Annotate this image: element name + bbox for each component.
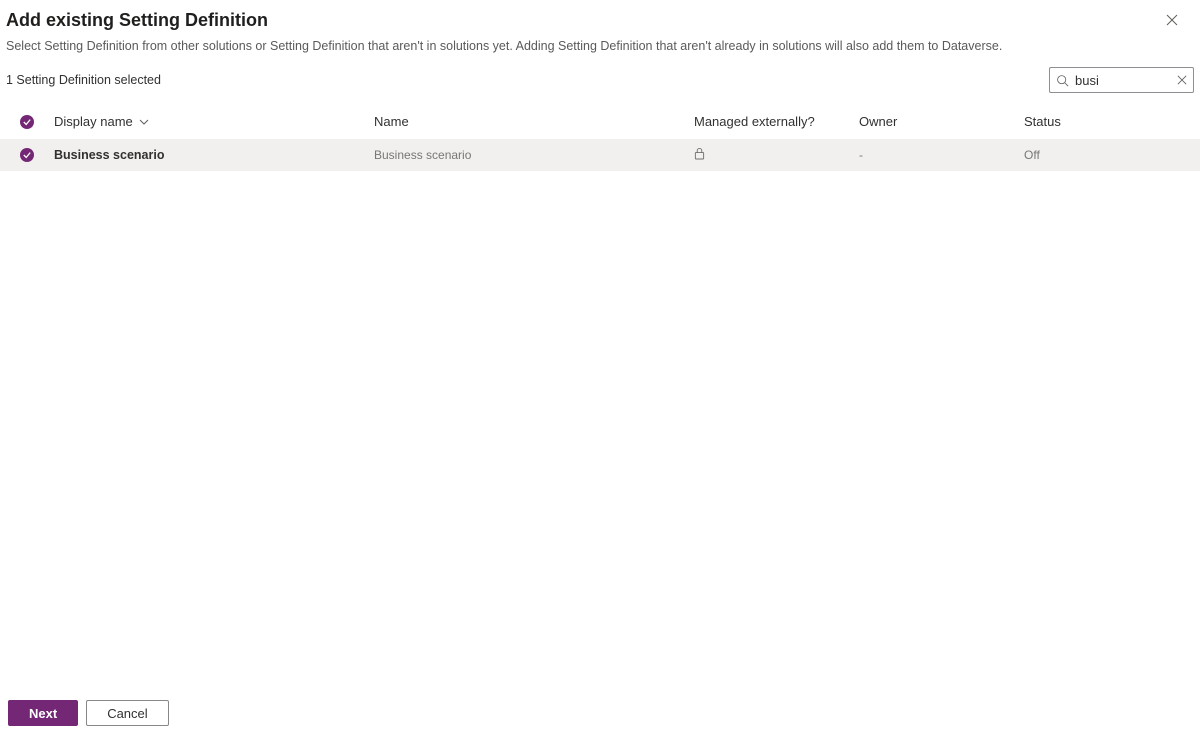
column-label: Owner	[859, 114, 897, 129]
cell-status: Off	[1024, 148, 1200, 162]
search-icon	[1056, 74, 1069, 87]
search-clear-button[interactable]	[1177, 75, 1187, 85]
cell-managed-externally	[694, 147, 859, 163]
table-header: Display name Name Managed externally? Ow…	[0, 99, 1200, 139]
next-button[interactable]: Next	[8, 700, 78, 726]
cancel-button[interactable]: Cancel	[86, 700, 168, 726]
column-label: Status	[1024, 114, 1061, 129]
checkmark-icon	[23, 151, 31, 159]
select-all-checkbox[interactable]	[20, 115, 34, 129]
close-icon	[1166, 14, 1178, 26]
column-owner[interactable]: Owner	[859, 114, 1024, 129]
search-box[interactable]	[1049, 67, 1194, 93]
column-label: Name	[374, 114, 409, 129]
column-managed-externally[interactable]: Managed externally?	[694, 114, 859, 129]
checkmark-icon	[23, 118, 31, 126]
column-name[interactable]: Name	[374, 114, 694, 129]
clear-icon	[1177, 75, 1187, 85]
selection-count: 1 Setting Definition selected	[6, 73, 161, 87]
close-button[interactable]	[1160, 8, 1184, 32]
column-label: Display name	[54, 114, 133, 129]
column-display-name[interactable]: Display name	[54, 114, 374, 129]
page-title: Add existing Setting Definition	[6, 10, 268, 31]
row-checkbox[interactable]	[20, 148, 34, 162]
chevron-down-icon	[139, 117, 149, 127]
search-input[interactable]	[1075, 73, 1171, 88]
cell-name: Business scenario	[374, 148, 694, 162]
lock-icon	[694, 147, 705, 160]
cell-owner: -	[859, 148, 1024, 162]
results-table: Display name Name Managed externally? Ow…	[0, 99, 1200, 171]
page-subtitle: Select Setting Definition from other sol…	[6, 32, 1194, 53]
column-label: Managed externally?	[694, 114, 815, 129]
footer: Next Cancel	[0, 692, 1200, 734]
column-status[interactable]: Status	[1024, 114, 1200, 129]
cell-display-name: Business scenario	[54, 148, 374, 162]
table-row[interactable]: Business scenario Business scenario - Of…	[0, 139, 1200, 171]
